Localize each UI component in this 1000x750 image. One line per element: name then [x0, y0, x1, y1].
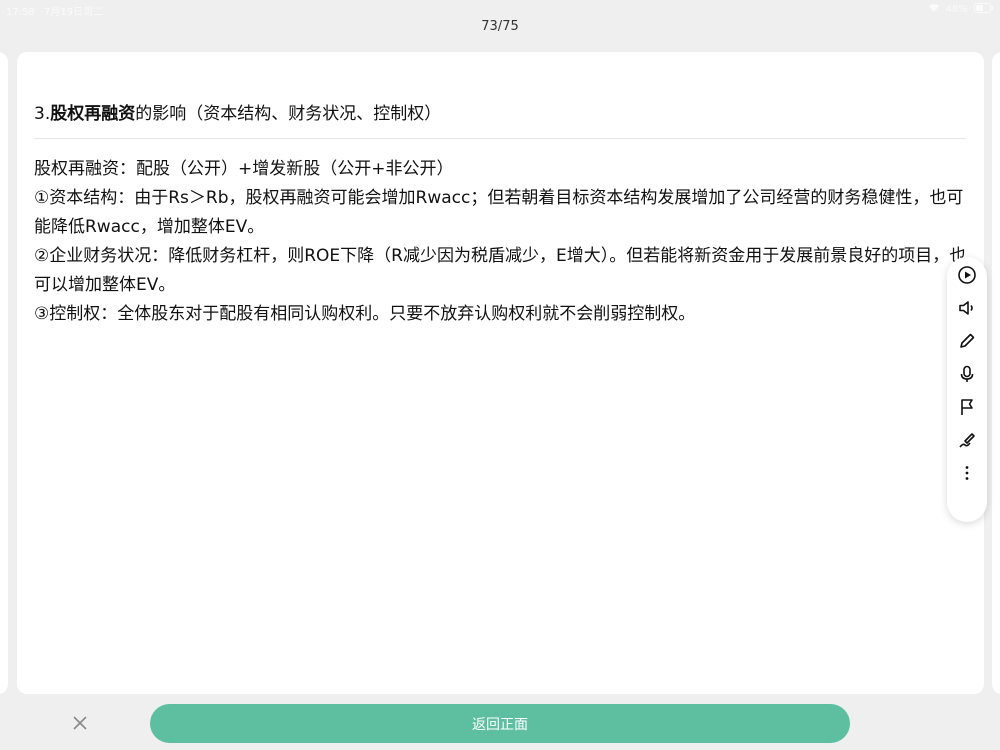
card-content: 股权再融资：配股（公开）+增发新股（公开+非公开） ①资本结构：由于Rs＞Rb，… [34, 155, 969, 329]
microphone-icon[interactable] [955, 362, 979, 386]
speaker-icon[interactable] [955, 296, 979, 320]
pen-icon[interactable] [955, 428, 979, 452]
more-icon[interactable] [955, 461, 979, 485]
title-prefix: 3. [34, 104, 51, 124]
next-card-edge[interactable] [992, 52, 1000, 694]
content-line: 股权再融资：配股（公开）+增发新股（公开+非公开） [34, 159, 454, 179]
flag-icon[interactable] [955, 395, 979, 419]
card-title: 3.股权再融资的影响（资本结构、财务状况、控制权） [34, 99, 441, 124]
previous-card-edge[interactable] [0, 52, 8, 694]
page-counter: 73/75 [481, 19, 519, 34]
divider [34, 138, 966, 139]
play-icon[interactable] [955, 263, 979, 287]
pencil-icon[interactable] [955, 329, 979, 353]
side-toolbar [947, 257, 987, 522]
battery-percent: 48% [945, 4, 968, 15]
wifi-icon [928, 3, 940, 16]
status-date: 7月19日周二 [44, 7, 104, 18]
status-bar: 17:58 7月19日周二 48% [0, 0, 1000, 18]
title-rest: 的影响（资本结构、财务状况、控制权） [135, 104, 442, 124]
close-icon[interactable] [68, 711, 92, 735]
bottom-bar: 返回正面 [0, 700, 1000, 750]
content-line: ②企业财务状况：降低财务杠杆，则ROE下降（R减少因为税盾减少，E增大）。但若能… [34, 246, 967, 295]
back-to-front-button[interactable]: 返回正面 [150, 704, 850, 743]
status-right: 48% [928, 3, 994, 16]
content-line: ③控制权：全体股东对于配股有相同认购权利。只要不放弃认购权利就不会削弱控制权。 [34, 304, 696, 324]
battery-icon [974, 3, 994, 16]
status-time: 17:58 [6, 7, 35, 18]
content-line: ①资本结构：由于Rs＞Rb，股权再融资可能会增加Rwacc；但若朝着目标资本结构… [34, 188, 964, 237]
flashcard: 3.股权再融资的影响（资本结构、财务状况、控制权） 股权再融资：配股（公开）+增… [17, 52, 984, 694]
status-left: 17:58 7月19日周二 [6, 3, 103, 18]
title-bold: 股权再融资 [50, 104, 136, 124]
